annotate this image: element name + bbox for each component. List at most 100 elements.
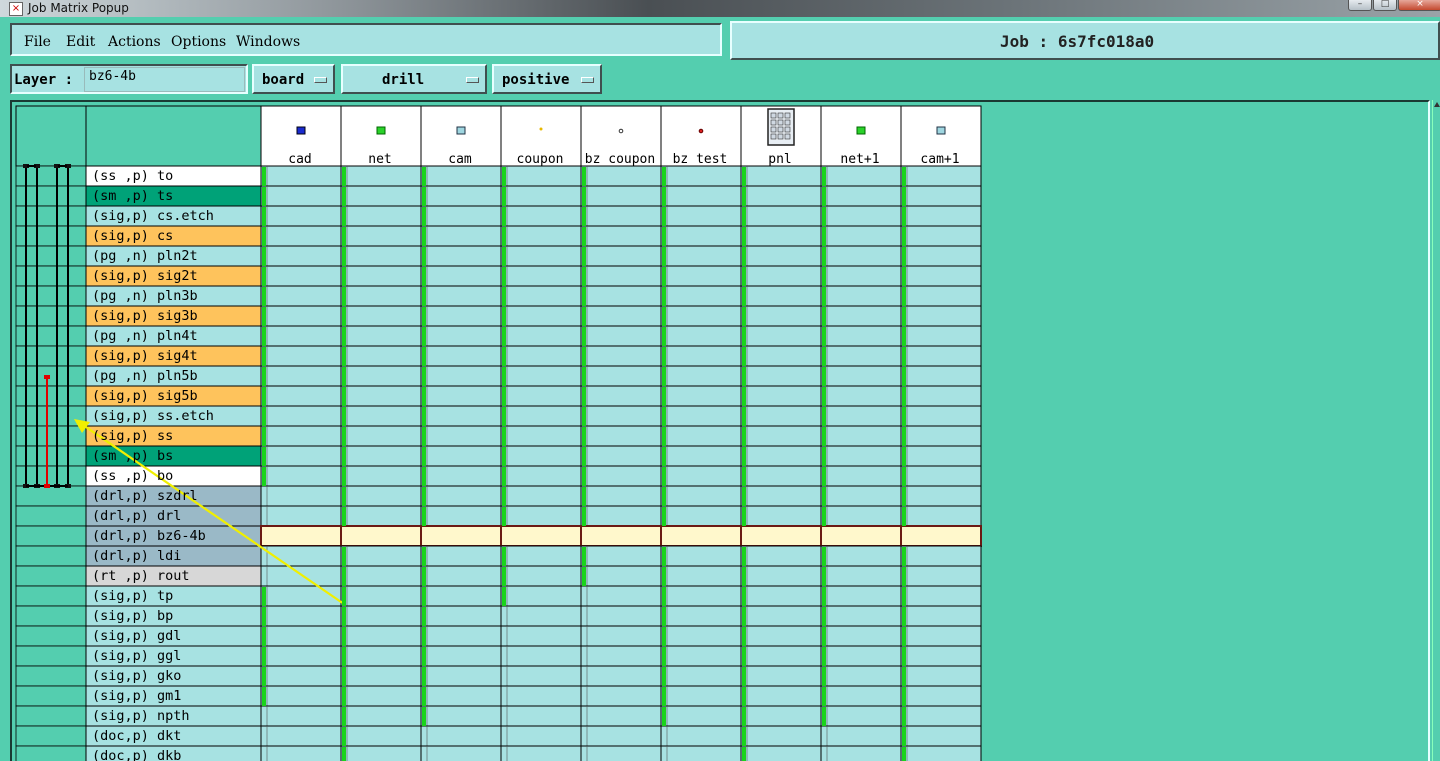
layer-affected-tick[interactable]	[902, 687, 906, 706]
layer-affected-tick[interactable]	[822, 327, 826, 346]
layer-affected-tick[interactable]	[342, 267, 346, 286]
layer-affected-tick[interactable]	[422, 347, 426, 366]
layer-input[interactable]: bz6-4b	[84, 67, 245, 92]
layer-row-label[interactable]: (sig,p) ss.etch	[87, 407, 262, 426]
layer-affected-tick[interactable]	[582, 327, 586, 346]
layer-affected-tick[interactable]	[422, 587, 426, 606]
layer-affected-tick[interactable]	[742, 667, 746, 686]
layer-row-label[interactable]: (ss ,p) bo	[87, 467, 262, 486]
layer-affected-tick[interactable]	[262, 207, 266, 226]
layer-row-label[interactable]: (sig,p) npth	[87, 707, 262, 726]
layer-affected-tick[interactable]	[262, 667, 266, 686]
layer-affected-tick[interactable]	[422, 487, 426, 506]
layer-affected-tick[interactable]	[262, 347, 266, 366]
layer-affected-tick[interactable]	[822, 507, 826, 526]
layer-affected-tick[interactable]	[662, 267, 666, 286]
layer-affected-tick[interactable]	[742, 347, 746, 366]
layer-affected-tick[interactable]	[902, 747, 906, 761]
layer-affected-tick[interactable]	[902, 267, 906, 286]
layer-affected-tick[interactable]	[822, 187, 826, 206]
layer-affected-tick[interactable]	[422, 407, 426, 426]
layer-affected-tick[interactable]	[262, 627, 266, 646]
layer-affected-tick[interactable]	[582, 507, 586, 526]
layer-affected-tick[interactable]	[822, 427, 826, 446]
layer-affected-tick[interactable]	[822, 167, 826, 186]
layer-affected-tick[interactable]	[502, 467, 506, 486]
layer-row-label[interactable]: (sig,p) bp	[87, 607, 262, 626]
step-name[interactable]: net+1	[821, 152, 899, 167]
step-name[interactable]: cam+1	[901, 152, 979, 167]
layer-affected-tick[interactable]	[262, 407, 266, 426]
layer-affected-tick[interactable]	[582, 167, 586, 186]
layer-affected-tick[interactable]	[422, 287, 426, 306]
layer-affected-tick[interactable]	[262, 227, 266, 246]
menu-options[interactable]: Options	[171, 34, 226, 50]
layer-affected-tick[interactable]	[582, 567, 586, 586]
layer-affected-tick[interactable]	[662, 307, 666, 326]
layer-affected-tick[interactable]	[902, 727, 906, 746]
layer-row-label[interactable]: (pg ,n) pln2t	[87, 247, 262, 266]
layer-affected-tick[interactable]	[902, 567, 906, 586]
layer-row-label[interactable]: (sm ,p) ts	[87, 187, 262, 206]
layer-affected-tick[interactable]	[262, 687, 266, 706]
layer-row-label[interactable]: (drl,p) bz6-4b	[87, 527, 262, 546]
layer-affected-tick[interactable]	[582, 187, 586, 206]
layer-row-label[interactable]: (sm ,p) bs	[87, 447, 262, 466]
layer-affected-tick[interactable]	[902, 707, 906, 726]
layer-row-label[interactable]: (sig,p) sig4t	[87, 347, 262, 366]
layer-affected-tick[interactable]	[262, 387, 266, 406]
layer-affected-tick[interactable]	[822, 587, 826, 606]
layer-affected-tick[interactable]	[582, 367, 586, 386]
layer-affected-tick[interactable]	[502, 407, 506, 426]
step-name[interactable]: net	[341, 152, 419, 167]
layer-affected-tick[interactable]	[822, 267, 826, 286]
layer-affected-tick[interactable]	[742, 167, 746, 186]
step-name[interactable]: cad	[261, 152, 339, 167]
layer-row-label[interactable]: (sig,p) tp	[87, 587, 262, 606]
layer-affected-tick[interactable]	[342, 707, 346, 726]
layer-affected-tick[interactable]	[422, 507, 426, 526]
layer-affected-tick[interactable]	[822, 547, 826, 566]
layer-row-label[interactable]: (pg ,n) pln5b	[87, 367, 262, 386]
layer-affected-tick[interactable]	[742, 707, 746, 726]
layer-affected-tick[interactable]	[822, 407, 826, 426]
layer-row-label[interactable]: (sig,p) ggl	[87, 647, 262, 666]
layer-affected-tick[interactable]	[502, 387, 506, 406]
layer-affected-tick[interactable]	[742, 587, 746, 606]
layer-affected-tick[interactable]	[662, 287, 666, 306]
layer-affected-tick[interactable]	[342, 447, 346, 466]
layer-affected-tick[interactable]	[902, 447, 906, 466]
layer-row-label[interactable]: (sig,p) sig2t	[87, 267, 262, 286]
layer-row-label[interactable]: (doc,p) dkb	[87, 747, 262, 761]
layer-affected-tick[interactable]	[582, 427, 586, 446]
layer-affected-tick[interactable]	[902, 507, 906, 526]
layer-affected-tick[interactable]	[342, 207, 346, 226]
layer-affected-tick[interactable]	[582, 227, 586, 246]
layer-affected-tick[interactable]	[582, 467, 586, 486]
maximize-button[interactable]: □	[1373, 0, 1397, 11]
layer-affected-tick[interactable]	[662, 247, 666, 266]
layer-affected-tick[interactable]	[822, 307, 826, 326]
layer-affected-tick[interactable]	[262, 467, 266, 486]
layer-affected-tick[interactable]	[662, 547, 666, 566]
layer-row-label[interactable]: (sig,p) sig5b	[87, 387, 262, 406]
polarity-select[interactable]: positive	[492, 64, 602, 94]
layer-affected-tick[interactable]	[502, 427, 506, 446]
layer-affected-tick[interactable]	[902, 547, 906, 566]
layer-affected-tick[interactable]	[422, 207, 426, 226]
layer-affected-tick[interactable]	[502, 247, 506, 266]
layer-affected-tick[interactable]	[662, 467, 666, 486]
layer-affected-tick[interactable]	[502, 347, 506, 366]
layer-affected-tick[interactable]	[502, 167, 506, 186]
step-name[interactable]: pnl	[741, 152, 819, 167]
layer-affected-tick[interactable]	[822, 247, 826, 266]
layer-affected-tick[interactable]	[342, 567, 346, 586]
layer-affected-tick[interactable]	[742, 327, 746, 346]
layer-affected-tick[interactable]	[342, 427, 346, 446]
layer-affected-tick[interactable]	[902, 247, 906, 266]
layer-affected-tick[interactable]	[502, 227, 506, 246]
layer-affected-tick[interactable]	[342, 187, 346, 206]
step-name[interactable]: cam	[421, 152, 499, 167]
layer-affected-tick[interactable]	[342, 507, 346, 526]
layer-affected-tick[interactable]	[582, 207, 586, 226]
